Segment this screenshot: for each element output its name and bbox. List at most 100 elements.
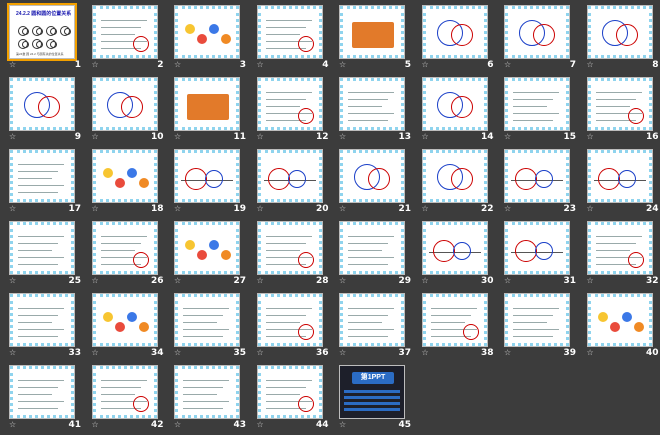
slide-thumbnail-cell[interactable]: ☆25 bbox=[5, 219, 87, 291]
slide-thumbnail-cell[interactable]: ☆28 bbox=[253, 219, 335, 291]
animation-star-icon: ☆ bbox=[587, 61, 595, 69]
slide-thumbnail-cell[interactable]: ☆36 bbox=[253, 291, 335, 363]
slide-thumbnail[interactable] bbox=[257, 293, 323, 347]
slide-thumbnail-cell[interactable]: ☆39 bbox=[500, 291, 582, 363]
slide-thumbnail[interactable] bbox=[422, 5, 488, 59]
text-line bbox=[183, 380, 229, 381]
text-line bbox=[513, 106, 547, 107]
slide-thumbnail[interactable] bbox=[92, 5, 158, 59]
slide-thumbnail-cell[interactable]: ☆11 bbox=[170, 75, 252, 147]
slide-thumbnail-cell[interactable]: ☆6 bbox=[418, 3, 500, 75]
slide-thumbnail-cell[interactable]: ☆33 bbox=[5, 291, 87, 363]
slide-thumbnail-cell[interactable]: ☆21 bbox=[335, 147, 417, 219]
slide-thumbnail-cell[interactable]: ☆32 bbox=[583, 219, 660, 291]
slide-thumbnail[interactable] bbox=[257, 221, 323, 275]
slide-thumbnail-cell[interactable]: ☆26 bbox=[88, 219, 170, 291]
slide-thumbnail[interactable] bbox=[587, 149, 653, 203]
slide-thumbnail[interactable] bbox=[422, 221, 488, 275]
circle-shape bbox=[433, 240, 455, 262]
slide-thumbnail-cell[interactable]: ☆44 bbox=[253, 363, 335, 435]
slide-thumbnail-cell[interactable]: ☆42 bbox=[88, 363, 170, 435]
slide-thumbnail[interactable] bbox=[339, 77, 405, 131]
slide-thumbnail-cell[interactable]: ☆7 bbox=[500, 3, 582, 75]
slide-thumbnail[interactable] bbox=[504, 77, 570, 131]
slide-thumbnail[interactable] bbox=[9, 221, 75, 275]
slide-thumbnail[interactable]: 第1PPT bbox=[339, 365, 405, 419]
slide-thumbnail-cell[interactable]: ☆9 bbox=[5, 75, 87, 147]
slide-thumbnail-cell[interactable]: ☆12 bbox=[253, 75, 335, 147]
slide-thumbnail[interactable] bbox=[587, 77, 653, 131]
slide-thumbnail-cell[interactable]: ☆38 bbox=[418, 291, 500, 363]
slide-thumbnail-cell[interactable]: ☆3 bbox=[170, 3, 252, 75]
slide-thumbnail-cell[interactable]: ☆40 bbox=[583, 291, 660, 363]
slide-thumbnail[interactable] bbox=[92, 293, 158, 347]
slide-thumbnail-cell[interactable]: ☆35 bbox=[170, 291, 252, 363]
slide-thumbnail-cell[interactable]: ☆15 bbox=[500, 75, 582, 147]
slide-thumbnail[interactable] bbox=[504, 5, 570, 59]
slide-thumbnail-cell[interactable]: ☆20 bbox=[253, 147, 335, 219]
slide-border bbox=[10, 222, 74, 274]
slide-thumbnail[interactable] bbox=[504, 293, 570, 347]
slide-thumbnail-cell[interactable]: ☆13 bbox=[335, 75, 417, 147]
slide-thumbnail[interactable] bbox=[9, 149, 75, 203]
slide-thumbnail[interactable] bbox=[9, 293, 75, 347]
slide-thumbnail[interactable] bbox=[339, 149, 405, 203]
slide-thumbnail-cell[interactable]: ☆2 bbox=[88, 3, 170, 75]
slide-thumbnail-cell[interactable]: ☆16 bbox=[583, 75, 660, 147]
slide-thumbnail[interactable] bbox=[92, 149, 158, 203]
slide-thumbnail-cell[interactable]: 24.2.2 圆和圆的位置关系第24章 圆 24.2 与圆有关的位置关系☆1 bbox=[5, 3, 87, 75]
slide-thumbnail-cell[interactable]: ☆17 bbox=[5, 147, 87, 219]
slide-thumbnail[interactable] bbox=[92, 365, 158, 419]
slide-thumbnail[interactable] bbox=[339, 5, 405, 59]
slide-thumbnail-cell[interactable]: ☆8 bbox=[583, 3, 660, 75]
slide-thumbnail-cell[interactable]: ☆22 bbox=[418, 147, 500, 219]
slide-thumbnail-cell[interactable]: ☆19 bbox=[170, 147, 252, 219]
slide-thumbnail[interactable] bbox=[174, 365, 240, 419]
slide-thumbnail[interactable] bbox=[587, 5, 653, 59]
slide-thumbnail-cell[interactable]: ☆37 bbox=[335, 291, 417, 363]
slide-thumbnail[interactable] bbox=[174, 77, 240, 131]
slide-thumbnail-cell[interactable]: ☆30 bbox=[418, 219, 500, 291]
slide-thumbnail[interactable] bbox=[504, 149, 570, 203]
slide-thumbnail[interactable] bbox=[257, 365, 323, 419]
slide-thumbnail[interactable]: 24.2.2 圆和圆的位置关系第24章 圆 24.2 与圆有关的位置关系 bbox=[9, 5, 75, 59]
slide-thumbnail-cell[interactable]: 第1PPT☆45 bbox=[335, 363, 417, 435]
slide-thumbnail[interactable] bbox=[92, 221, 158, 275]
slide-thumbnail-cell[interactable]: ☆24 bbox=[583, 147, 660, 219]
slide-thumbnail[interactable] bbox=[422, 149, 488, 203]
animation-star-icon: ☆ bbox=[174, 61, 182, 69]
slide-thumbnail[interactable] bbox=[92, 77, 158, 131]
slide-thumbnail-cell[interactable]: ☆29 bbox=[335, 219, 417, 291]
slide-thumbnail[interactable] bbox=[257, 77, 323, 131]
slide-thumbnail[interactable] bbox=[174, 5, 240, 59]
slide-thumbnail[interactable] bbox=[587, 221, 653, 275]
slide-thumbnail[interactable] bbox=[422, 77, 488, 131]
slide-thumbnail-cell[interactable]: ☆43 bbox=[170, 363, 252, 435]
slide-thumbnail[interactable] bbox=[587, 293, 653, 347]
slide-thumbnail[interactable] bbox=[174, 149, 240, 203]
circle-shape bbox=[515, 168, 537, 190]
slide-thumbnail-cell[interactable]: ☆41 bbox=[5, 363, 87, 435]
slide-thumbnail-cell[interactable]: ☆4 bbox=[253, 3, 335, 75]
slide-thumbnail[interactable] bbox=[339, 221, 405, 275]
slide-thumbnail-cell[interactable]: ☆18 bbox=[88, 147, 170, 219]
slide-thumbnail-cell[interactable]: ☆31 bbox=[500, 219, 582, 291]
slide-thumbnail[interactable] bbox=[339, 293, 405, 347]
slide-thumbnail-cell[interactable]: ☆27 bbox=[170, 219, 252, 291]
slide-thumbnail[interactable] bbox=[9, 365, 75, 419]
slide-thumbnail-cell[interactable]: ☆34 bbox=[88, 291, 170, 363]
slide-thumbnail[interactable] bbox=[174, 293, 240, 347]
slide-thumbnail-cell[interactable]: ☆14 bbox=[418, 75, 500, 147]
slide-number: 27 bbox=[233, 276, 246, 286]
slide-thumbnail[interactable] bbox=[504, 221, 570, 275]
slide-number: 7 bbox=[570, 60, 576, 70]
slide-thumbnail[interactable] bbox=[257, 149, 323, 203]
slide-thumbnail[interactable] bbox=[9, 77, 75, 131]
slide-thumbnail-cell[interactable]: ☆5 bbox=[335, 3, 417, 75]
slide-thumbnail[interactable] bbox=[422, 293, 488, 347]
slide-thumbnail-cell[interactable]: ☆10 bbox=[88, 75, 170, 147]
slide-thumbnail[interactable] bbox=[174, 221, 240, 275]
text-line bbox=[18, 408, 58, 409]
slide-thumbnail-cell[interactable]: ☆23 bbox=[500, 147, 582, 219]
slide-thumbnail[interactable] bbox=[257, 5, 323, 59]
